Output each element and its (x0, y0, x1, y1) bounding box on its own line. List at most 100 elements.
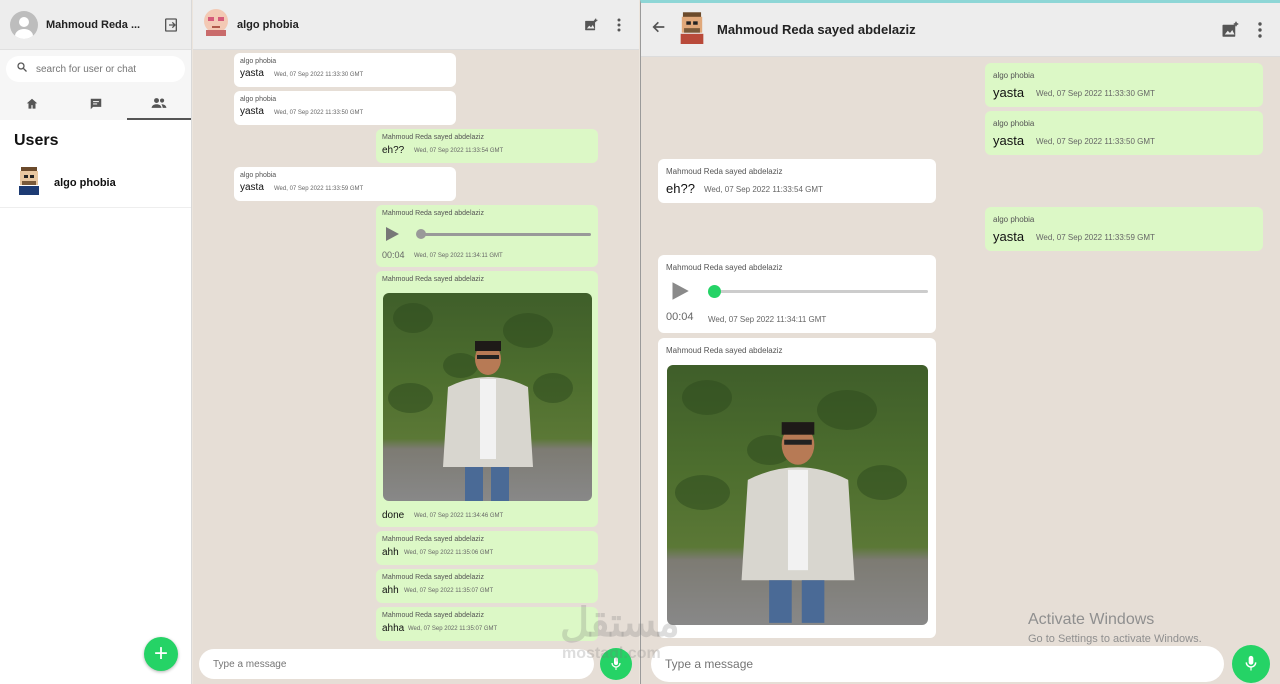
message-sender: Mahmoud Reda sayed abdelaziz (666, 346, 783, 355)
message-photo[interactable] (667, 365, 928, 625)
user-list-item[interactable]: algo phobia (0, 158, 191, 208)
tab-chats[interactable] (64, 88, 128, 120)
activate-title: Activate Windows (1028, 611, 1155, 628)
chat-panel-right: Mahmoud Reda sayed abdelaziz algo phobia… (640, 0, 1280, 684)
chat-icon (90, 98, 101, 110)
search-box[interactable] (6, 56, 185, 82)
image-message-bubble: Mahmoud Reda sayed abdelaziz (376, 271, 598, 527)
message-time: Wed, 07 Sep 2022 11:33:59 GMT (274, 186, 364, 192)
plus-icon: + (153, 640, 168, 667)
message-sender: Mahmoud Reda sayed abdelaziz (382, 134, 484, 141)
audio-progress-track[interactable] (714, 290, 928, 293)
users-section-title: Users (14, 132, 59, 149)
message-time: Wed, 07 Sep 2022 11:33:30 GMT (1036, 89, 1155, 98)
chat-title: Mahmoud Reda sayed abdelaziz (717, 22, 916, 37)
message-bubble: Mahmoud Reda sayed abdelaziz ahh Wed, 07… (376, 531, 598, 565)
message-text: yasta (993, 229, 1025, 244)
message-text: ahh (382, 547, 399, 558)
contact-avatar[interactable] (677, 10, 707, 49)
message-text: yasta (993, 85, 1025, 100)
message-sender: algo phobia (993, 71, 1035, 80)
search-input[interactable] (36, 63, 166, 75)
audio-progress-track[interactable] (419, 233, 591, 236)
sidebar-tabs (0, 88, 192, 120)
chat-title: algo phobia (237, 18, 299, 31)
search-icon (16, 60, 28, 78)
message-bubble: algo phobia yasta Wed, 07 Sep 2022 11:33… (985, 207, 1263, 251)
new-chat-button[interactable]: + (144, 637, 178, 671)
logout-icon[interactable] (161, 15, 181, 35)
message-sender: algo phobia (993, 119, 1035, 128)
message-time: Wed, 07 Sep 2022 11:34:46 GMT (414, 513, 504, 519)
message-sender: Mahmoud Reda sayed abdelaziz (382, 276, 484, 283)
message-bubble: Mahmoud Reda sayed abdelaziz eh?? Wed, 0… (658, 159, 936, 203)
more-options-icon[interactable] (609, 15, 629, 35)
message-sender: algo phobia (240, 96, 277, 103)
message-time: Wed, 07 Sep 2022 11:33:50 GMT (274, 110, 364, 116)
message-sender: Mahmoud Reda sayed abdelaziz (382, 536, 484, 543)
attach-image-icon[interactable] (1220, 20, 1240, 40)
message-text: yasta (993, 133, 1025, 148)
screen: Mahmoud Reda ... Users (0, 0, 1280, 684)
audio-message-bubble: Mahmoud Reda sayed abdelaziz 00:04 Wed, … (658, 255, 936, 333)
composer (641, 640, 1280, 684)
message-sender: algo phobia (993, 215, 1035, 224)
sidebar: Mahmoud Reda ... Users (0, 0, 192, 684)
audio-duration: 00:04 (382, 250, 405, 260)
message-sender: Mahmoud Reda sayed abdelaziz (382, 612, 484, 619)
message-input[interactable] (651, 645, 1225, 682)
user-name: algo phobia (54, 176, 116, 189)
users-icon (151, 98, 167, 108)
message-bubble: algo phobia yasta Wed, 07 Sep 2022 11:33… (985, 111, 1263, 155)
chat-panel-left: algo phobia algo phobia yasta Wed, 07 Se… (193, 0, 639, 684)
message-text: ahh (382, 585, 399, 596)
message-time: Wed, 07 Sep 2022 11:33:54 GMT (414, 148, 504, 154)
activate-windows-notice: Activate Windows Go to Settings to activ… (1028, 611, 1202, 645)
message-bubble: algo phobia yasta Wed, 07 Sep 2022 11:33… (234, 53, 456, 87)
profile-avatar-icon[interactable] (10, 10, 38, 39)
play-icon[interactable] (384, 226, 400, 247)
message-sender: Mahmoud Reda sayed abdelaziz (382, 210, 484, 217)
message-time: Wed, 07 Sep 2022 11:35:06 GMT (404, 550, 494, 556)
mic-button[interactable] (1232, 644, 1270, 683)
message-bubble: algo phobia yasta Wed, 07 Sep 2022 11:33… (234, 167, 456, 201)
message-text: yasta (240, 106, 264, 117)
message-text: ahha (382, 623, 405, 634)
more-options-icon[interactable] (1250, 20, 1270, 40)
message-time: Wed, 07 Sep 2022 11:33:59 GMT (1036, 233, 1155, 242)
home-icon (26, 98, 38, 109)
chat-header: algo phobia (193, 0, 639, 50)
back-arrow-icon[interactable] (651, 19, 667, 40)
message-time: Wed, 07 Sep 2022 11:33:50 GMT (1036, 137, 1155, 146)
message-photo[interactable] (383, 293, 592, 501)
attach-image-icon[interactable] (581, 15, 601, 35)
play-icon[interactable] (670, 281, 690, 306)
audio-duration: 00:04 (666, 311, 694, 323)
audio-progress-knob[interactable] (708, 285, 721, 298)
activate-subtitle: Go to Settings to activate Windows. (1028, 633, 1202, 645)
message-input[interactable] (199, 649, 594, 679)
message-text: eh?? (666, 181, 695, 196)
message-text: yasta (240, 182, 264, 193)
message-sender: Mahmoud Reda sayed abdelaziz (666, 167, 783, 176)
audio-message-bubble: Mahmoud Reda sayed abdelaziz 00:04 Wed, … (376, 205, 598, 267)
message-list: algo phobia yasta Wed, 07 Sep 2022 11:33… (641, 60, 1280, 640)
tab-users[interactable] (127, 88, 192, 120)
message-time: Wed, 07 Sep 2022 11:34:11 GMT (708, 315, 827, 324)
audio-progress-knob[interactable] (416, 229, 426, 239)
message-text: eh?? (382, 145, 405, 156)
mic-icon (1245, 655, 1257, 671)
sidebar-header: Mahmoud Reda ... (0, 0, 191, 50)
message-list: algo phobia yasta Wed, 07 Sep 2022 11:33… (193, 50, 639, 644)
tab-home[interactable] (0, 88, 64, 120)
message-sender: Mahmoud Reda sayed abdelaziz (666, 263, 783, 272)
message-bubble: algo phobia yasta Wed, 07 Sep 2022 11:33… (985, 63, 1263, 107)
image-message-bubble: Mahmoud Reda sayed abdelaziz (658, 338, 936, 638)
contact-avatar[interactable] (203, 8, 229, 41)
message-bubble: Mahmoud Reda sayed abdelaziz ahh Wed, 07… (376, 569, 598, 603)
message-time: Wed, 07 Sep 2022 11:35:07 GMT (404, 588, 494, 594)
message-time: Wed, 07 Sep 2022 11:33:54 GMT (704, 185, 823, 194)
profile-name: Mahmoud Reda ... (46, 18, 141, 31)
message-bubble: algo phobia yasta Wed, 07 Sep 2022 11:33… (234, 91, 456, 125)
message-text: yasta (240, 68, 264, 79)
